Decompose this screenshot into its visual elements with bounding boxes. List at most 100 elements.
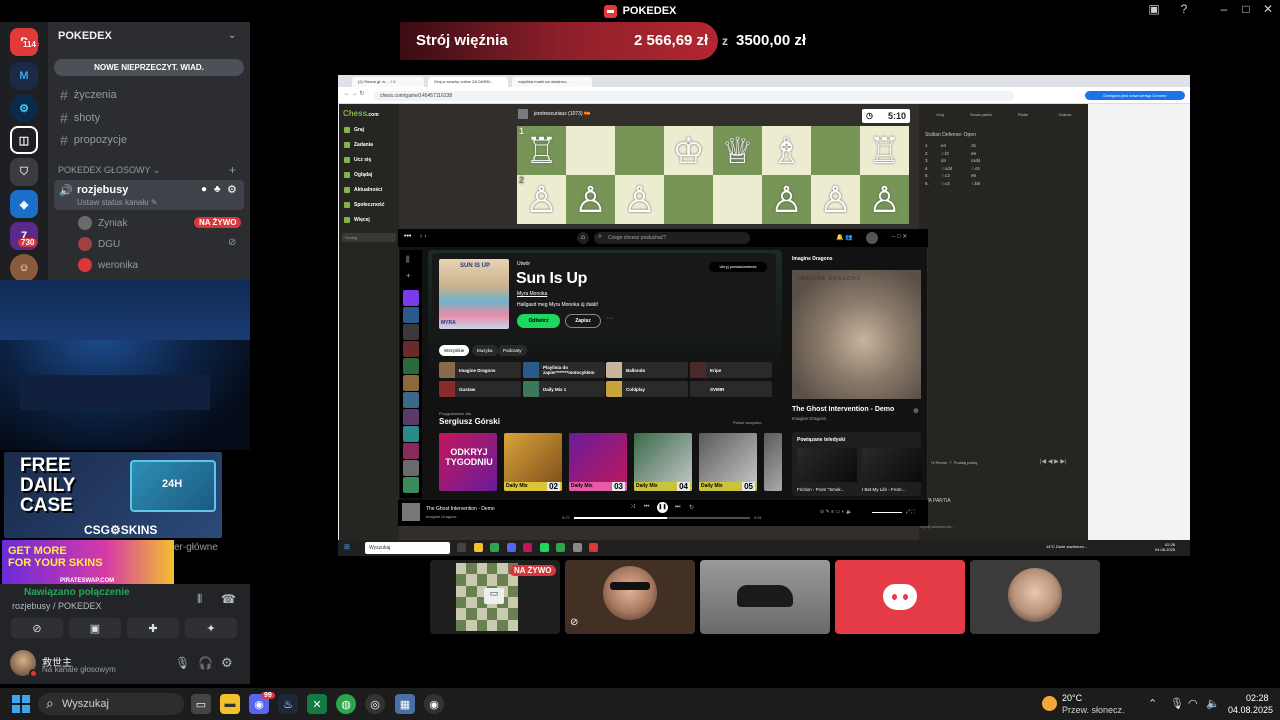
server-gear-icon[interactable]: ⚙ — [10, 94, 38, 122]
excel-icon[interactable]: ✕ — [307, 694, 327, 714]
stream-tile-discord[interactable] — [835, 560, 965, 634]
chess-piece[interactable]: ♖ — [868, 132, 900, 169]
mix-card[interactable]: ODKRYJ TYGODNIU — [439, 433, 497, 491]
shuffle-icon[interactable]: ⤨ — [630, 504, 635, 511]
library-item[interactable] — [403, 460, 419, 476]
chess-square[interactable]: ♔ — [664, 126, 713, 175]
play-button[interactable]: Odtwórz — [517, 314, 560, 328]
server-shield-icon[interactable]: ⛉ — [10, 158, 38, 186]
menu-dots-icon[interactable]: ••• — [404, 233, 411, 240]
browser-tab-active[interactable]: Graj w szachy online ZA DARM... — [428, 77, 508, 87]
voice-category[interactable]: POKEDEX GŁOSOWY ⌄ — [58, 165, 160, 176]
task-view-icon[interactable]: ▭ — [191, 694, 211, 714]
mix-card[interactable]: Daily Mix 03 — [569, 433, 627, 491]
player-cover[interactable] — [402, 503, 420, 521]
shortcut-tile[interactable]: Playlista do zapier*******motocyklem — [523, 362, 605, 378]
voice-member[interactable]: Zyniak — [78, 216, 127, 230]
move[interactable]: d4 — [941, 158, 961, 163]
volume-icon[interactable]: 🔈 — [1206, 697, 1220, 710]
camera-off-button[interactable]: ⊘ — [11, 618, 63, 638]
profile-avatar[interactable] — [866, 232, 878, 244]
next-icon[interactable]: ⏭ — [675, 504, 680, 511]
microphone-icon[interactable]: 🎙 — [175, 656, 190, 670]
inner-start-icon[interactable]: ⊞ — [344, 543, 350, 551]
taskbar-date[interactable]: 04.08.2025 — [1228, 705, 1273, 715]
related-video-title[interactable]: Friction - From "Smok... — [797, 487, 844, 492]
related-video-title[interactable]: I Bet My Life - From... — [862, 487, 905, 492]
nav-arrows-icon[interactable]: ← → ↻ — [344, 90, 364, 97]
chess-board[interactable]: 1 ♖ ♔ ♕ ♗ ♖ 2 ♙ ♙ ♙ ♙ ♙ ♙ — [517, 126, 909, 226]
move[interactable]: ♘c6 — [971, 166, 980, 172]
inner-taskbar-app-icon[interactable] — [539, 543, 549, 552]
chess-tab-games[interactable]: Partie — [1003, 112, 1043, 117]
shortcut-tile[interactable]: Daily Mix 1 — [523, 381, 605, 397]
move[interactable]: e6 — [971, 173, 976, 179]
hide-notifications-button[interactable]: Ukryj powiadomienia — [709, 262, 767, 272]
steam-icon[interactable]: ♨ — [278, 694, 298, 714]
chess-nav-more[interactable]: Więcej — [344, 217, 370, 223]
windows-start-icon[interactable] — [12, 695, 30, 713]
chess-piece[interactable]: ♔ — [672, 132, 704, 169]
obs-icon[interactable]: ◎ — [365, 694, 385, 714]
chip-podcasts[interactable]: Podcasty — [498, 345, 527, 356]
move[interactable]: e4 — [941, 143, 961, 148]
move-navigation-controls[interactable]: |◀ ◀ ▶ ▶| — [1040, 458, 1067, 465]
server-m-icon[interactable]: M — [10, 62, 38, 90]
chess-piece[interactable]: ♙ — [574, 181, 606, 218]
library-item[interactable] — [403, 358, 419, 374]
voice-member[interactable]: weronika — [78, 258, 138, 272]
chess-logo[interactable]: Chess.com — [343, 109, 379, 118]
chess-draw-resign[interactable]: ½ Remis ⚐ Poddaj partię — [931, 460, 977, 465]
now-playing-artist[interactable]: Imagine Dragons — [792, 416, 826, 421]
app-icon[interactable]: ◉ — [424, 694, 444, 714]
move[interactable]: cxd4 — [971, 158, 981, 163]
move[interactable]: ♘c4 — [941, 181, 961, 187]
move[interactable]: ♘xd4 — [941, 166, 961, 172]
move[interactable]: c5 — [971, 143, 976, 148]
inner-taskbar-app-icon[interactable] — [589, 543, 598, 552]
library-item[interactable] — [403, 375, 419, 391]
chess-tab-new-game[interactable]: Nowa partia — [961, 112, 1001, 117]
chess-nav-social[interactable]: Społeczność — [344, 202, 385, 208]
voice-connected-status[interactable]: Nawiązano połączenie — [24, 587, 130, 598]
spotify-search-input[interactable]: Czego chcesz posłuchać? — [594, 231, 750, 244]
help-icon[interactable]: ? — [1172, 2, 1196, 16]
move[interactable]: ♘f3 — [941, 151, 961, 157]
player-title[interactable]: The Ghost Intervention - Demo — [426, 506, 495, 512]
browser-tab[interactable]: (2) Strona gł. w ... / X — [352, 77, 424, 87]
chess-piece[interactable]: ♕ — [721, 132, 753, 169]
chess-nav-puzzles[interactable]: Zadania — [344, 142, 373, 148]
repeat-icon[interactable]: ↻ — [689, 504, 694, 511]
chess-search-input[interactable]: Szukaj — [342, 233, 396, 242]
channel-propozycje[interactable]: # propozycje — [60, 132, 127, 148]
shortcut-tile[interactable]: Gustaw — [439, 381, 521, 397]
player-extra-icons[interactable]: ⊙ ✎ ≡ ▭ ◐ 🔈 — [820, 509, 852, 515]
chess-piece[interactable]: ♙ — [819, 181, 851, 218]
add-icon[interactable]: + — [406, 271, 411, 280]
player-artist[interactable]: Imagine Dragons — [426, 514, 456, 519]
weather-condition[interactable]: Przew. słonecz. — [1062, 705, 1125, 715]
shortcut-tile[interactable]: Ballondo — [606, 362, 688, 378]
chess-square[interactable] — [566, 126, 615, 175]
inner-taskbar-app-icon[interactable] — [523, 543, 532, 552]
url-field[interactable]: chess.com/game/145457116238 — [374, 91, 1014, 101]
taskbar-search[interactable]: Wyszukaj — [38, 693, 184, 715]
chess-square[interactable]: ♙ — [566, 175, 615, 224]
chess-square[interactable] — [615, 126, 664, 175]
tray-chevron-icon[interactable]: ⌃ — [1148, 697, 1157, 710]
inner-taskbar-app-icon[interactable] — [556, 543, 565, 552]
library-item[interactable] — [403, 409, 419, 425]
library-item[interactable] — [403, 477, 419, 493]
chip-all[interactable]: Wszystkie — [439, 345, 470, 356]
server-book-icon[interactable]: ◫ — [10, 126, 38, 154]
chrome-icon[interactable]: ◍ — [336, 694, 356, 714]
window-controls-icon[interactable]: – □ ✕ — [892, 233, 907, 240]
mix-card[interactable]: Daily Mix 05 — [699, 433, 757, 491]
chess-piece[interactable]: ♙ — [868, 181, 900, 218]
guild-name[interactable]: POKEDEX — [58, 30, 112, 42]
shortcut-tile[interactable]: Eripe — [690, 362, 772, 378]
add-to-playlist-icon[interactable]: ⊕ — [913, 407, 919, 415]
screen-share-button[interactable]: ▣ — [69, 618, 121, 638]
shortcut-tile[interactable]: SVMIR — [690, 381, 772, 397]
weather-temperature[interactable]: 20°C — [1062, 693, 1082, 703]
